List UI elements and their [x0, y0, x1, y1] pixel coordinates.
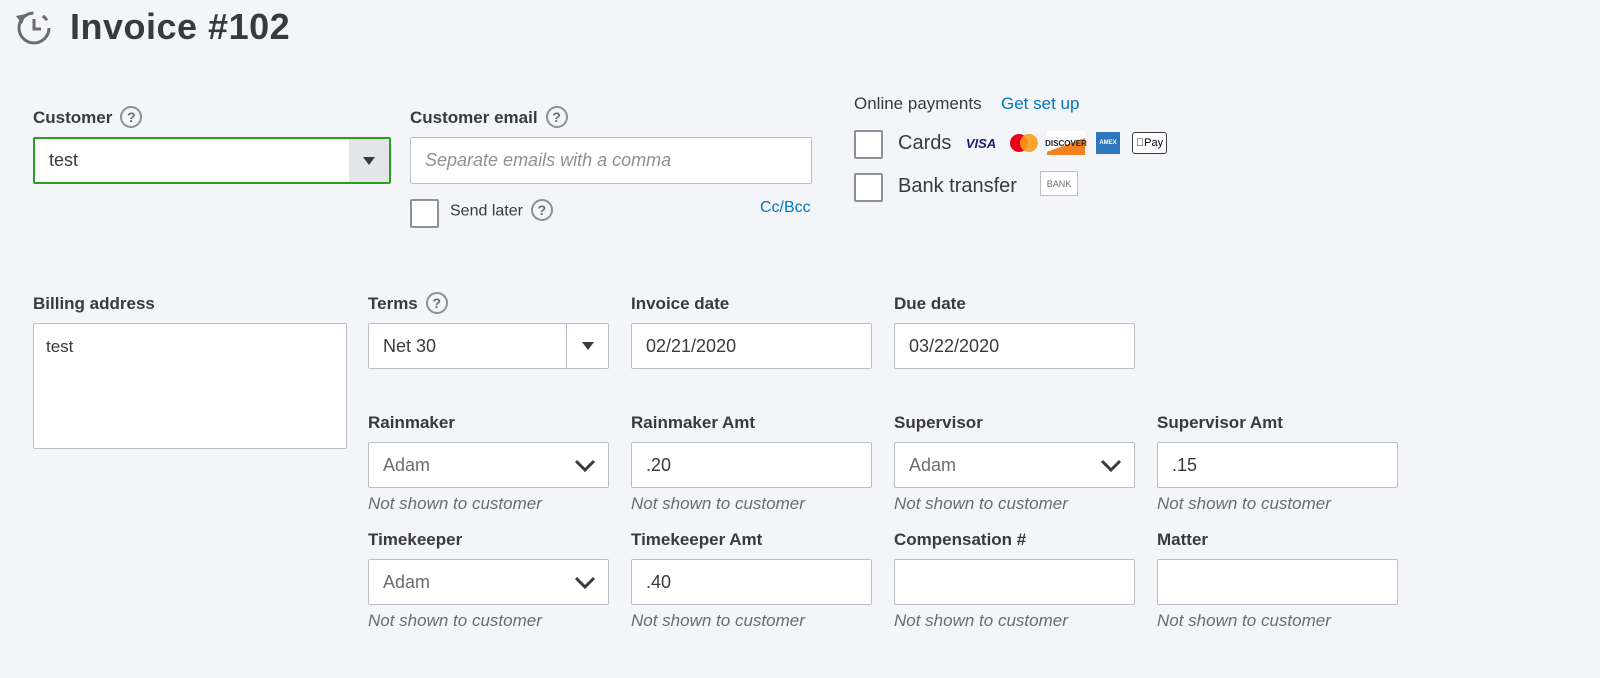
rainmaker-amt-value: .20: [646, 454, 672, 475]
timekeeper-select[interactable]: Adam: [368, 559, 609, 605]
customer-value: test: [49, 150, 79, 170]
send-later-label: Send later?: [450, 199, 553, 221]
chevron-down-icon: [363, 156, 375, 165]
due-date-label: Due date: [894, 294, 966, 313]
customer-email-label: Customer email?: [410, 106, 568, 129]
terms-label-text: Terms: [368, 294, 418, 313]
bank-transfer-checkbox[interactable]: [854, 173, 883, 202]
supervisor-select[interactable]: Adam: [894, 442, 1135, 488]
supervisor-note: Not shown to customer: [894, 494, 1068, 513]
supervisor-amt-label: Supervisor Amt: [1157, 413, 1283, 432]
customer-email-help-icon[interactable]: ?: [545, 106, 568, 129]
invoice-date-value: 02/21/2020: [646, 335, 737, 356]
customer-label: Customer?: [33, 106, 143, 129]
compensation-label: Compensation #: [894, 530, 1027, 549]
billing-address-textarea[interactable]: test: [33, 323, 347, 449]
visa-icon: VISA: [965, 135, 997, 151]
send-later-help-icon[interactable]: ?: [530, 199, 553, 221]
customer-help-icon[interactable]: ?: [120, 106, 143, 129]
supervisor-value: Adam: [909, 454, 957, 475]
timekeeper-amt-value: .40: [646, 571, 672, 592]
send-later-checkbox[interactable]: [410, 199, 439, 228]
customer-label-text: Customer: [33, 108, 113, 127]
cards-label: Cards: [898, 132, 952, 154]
apple-pay-text: Pay: [1140, 137, 1163, 149]
chevron-down-icon: [1100, 459, 1122, 473]
terms-dropdown-button[interactable]: [566, 324, 608, 368]
customer-email-label-text: Customer email: [410, 108, 538, 127]
terms-select[interactable]: Net 30: [368, 323, 609, 369]
online-payments-label: Online payments: [854, 94, 982, 113]
bank-icon: BANK: [1040, 171, 1078, 196]
chevron-down-icon: [581, 342, 594, 350]
rainmaker-amt-note: Not shown to customer: [631, 494, 805, 513]
timekeeper-amt-label: Timekeeper Amt: [631, 530, 763, 549]
rainmaker-note: Not shown to customer: [368, 494, 542, 513]
matter-label: Matter: [1157, 530, 1209, 549]
matter-note: Not shown to customer: [1157, 611, 1331, 630]
compensation-input[interactable]: [894, 559, 1135, 605]
page-title: Invoice #102: [70, 6, 291, 47]
amex-icon: AMEX: [1096, 132, 1120, 154]
chevron-down-icon: [574, 459, 596, 473]
timekeeper-value: Adam: [383, 571, 431, 592]
rainmaker-amt-input[interactable]: .20: [631, 442, 872, 488]
discover-icon: DISCOVER: [1045, 131, 1087, 155]
send-later-label-text: Send later: [450, 202, 523, 220]
matter-input[interactable]: [1157, 559, 1398, 605]
customer-select[interactable]: test: [33, 137, 391, 184]
apple-pay-icon: Pay: [1132, 132, 1167, 154]
mastercard-icon: [1008, 131, 1040, 155]
customer-email-placeholder: Separate emails with a comma: [425, 150, 672, 170]
compensation-note: Not shown to customer: [894, 611, 1068, 630]
supervisor-label: Supervisor: [894, 413, 983, 432]
timekeeper-note: Not shown to customer: [368, 611, 542, 630]
terms-help-icon[interactable]: ?: [425, 292, 448, 315]
cards-checkbox[interactable]: [854, 130, 883, 159]
terms-label: Terms?: [368, 292, 448, 315]
timekeeper-label: Timekeeper: [368, 530, 463, 549]
customer-dropdown-button[interactable]: [349, 139, 389, 182]
rainmaker-value: Adam: [383, 454, 431, 475]
chevron-down-icon: [574, 576, 596, 590]
rainmaker-label: Rainmaker: [368, 413, 455, 432]
timekeeper-amt-input[interactable]: .40: [631, 559, 872, 605]
due-date-value: 03/22/2020: [909, 335, 1000, 356]
invoice-date-label: Invoice date: [631, 294, 730, 313]
invoice-date-input[interactable]: 02/21/2020: [631, 323, 872, 369]
recurring-clock-icon[interactable]: [14, 8, 52, 46]
due-date-input[interactable]: 03/22/2020: [894, 323, 1135, 369]
timekeeper-amt-note: Not shown to customer: [631, 611, 805, 630]
rainmaker-select[interactable]: Adam: [368, 442, 609, 488]
supervisor-amt-note: Not shown to customer: [1157, 494, 1331, 513]
customer-email-input[interactable]: Separate emails with a comma: [410, 137, 812, 184]
terms-value: Net 30: [383, 335, 437, 356]
bank-transfer-label: Bank transfer: [898, 175, 1017, 197]
supervisor-amt-value: .15: [1172, 454, 1198, 475]
billing-address-label: Billing address: [33, 294, 155, 313]
rainmaker-amt-label: Rainmaker Amt: [631, 413, 756, 432]
supervisor-amt-input[interactable]: .15: [1157, 442, 1398, 488]
get-set-up-link[interactable]: Get set up: [1001, 94, 1079, 114]
cc-bcc-link[interactable]: Cc/Bcc: [760, 199, 811, 217]
billing-address-value: test: [46, 337, 74, 356]
